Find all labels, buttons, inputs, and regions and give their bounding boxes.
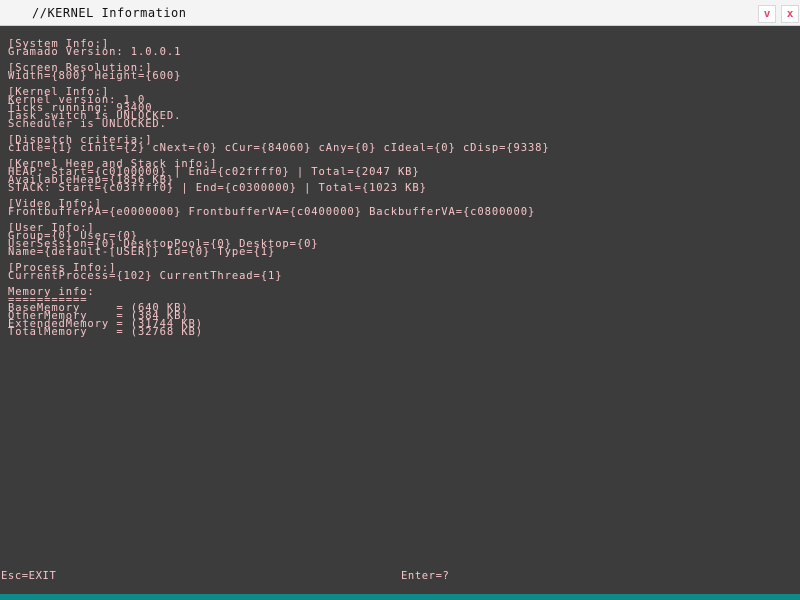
kernel-info-window: //KERNEL Information v x [System Info:] … [0,0,800,600]
text-line: STACK: Start={c03ffff0} | End={c0300000}… [8,182,427,194]
close-button[interactable]: x [781,5,799,23]
enter-help-hint: Enter=? [401,570,450,582]
text-line: Name={default-[USER]} Id={0} Type={1} [8,246,276,258]
window-title: //KERNEL Information [32,6,187,20]
esc-exit-hint: Esc=EXIT [1,570,57,582]
text-line: CurrentProcess={102} CurrentThread={1} [8,270,283,282]
minimize-button[interactable]: v [758,5,776,23]
info-text-area: [System Info:] Gramado Version: 1.0.0.1 … [8,39,792,338]
text-line: Scheduler is UNLOCKED. [8,118,167,130]
text-line: FrontbufferPA={e0000000} FrontbufferVA={… [8,206,536,218]
text-line: Width={800} Height={600} [8,70,182,82]
text-line: cIdle={1} cInit={2} cNext={0} cCur={8406… [8,142,550,154]
text-line: TotalMemory = (32768 KB) [8,326,203,338]
text-line: Gramado Version: 1.0.0.1 [8,46,182,58]
text-line: Memory info: [8,286,95,298]
title-bar[interactable]: //KERNEL Information v x [0,0,800,26]
taskbar [0,594,800,600]
